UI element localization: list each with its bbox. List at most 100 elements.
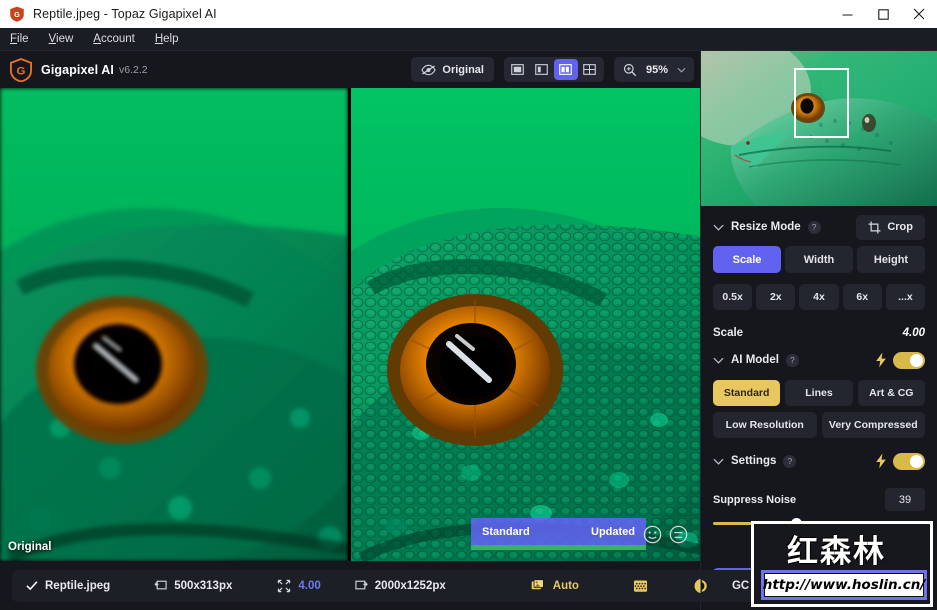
maximize-button[interactable] xyxy=(865,0,901,28)
watermark-overlay: 红森林 http://www.hoslin.cn/ xyxy=(751,521,933,607)
scale-factor-6x[interactable]: 6x xyxy=(842,284,882,310)
single-pane-icon xyxy=(511,64,525,75)
comparison-status-bar: Standard Updated xyxy=(471,518,646,545)
menu-file-accel: F xyxy=(10,33,18,45)
menu-account-accel: A xyxy=(93,33,101,45)
scale-factor-custom[interactable]: ...x xyxy=(885,284,926,310)
original-badge: Original xyxy=(8,541,52,553)
status-chip: Reptile.jpeg 500x313px 4.00 2000x1252px … xyxy=(12,569,823,602)
ai-model-lines[interactable]: Lines xyxy=(785,380,853,406)
resize-mode-header[interactable]: Resize Mode ? Crop xyxy=(713,210,925,244)
menu-account-rest: ccount xyxy=(100,33,135,45)
window-title: Reptile.jpeg - Topaz Gigapixel AI xyxy=(33,7,217,21)
face-recovery-icon xyxy=(694,578,707,593)
crop-button[interactable]: Crop xyxy=(856,214,925,240)
ai-model-very-compressed[interactable]: Very Compressed xyxy=(821,412,925,438)
menu-help-accel: H xyxy=(154,33,164,45)
original-image xyxy=(0,88,348,561)
suppress-noise-value[interactable]: 39 xyxy=(885,488,925,511)
ai-model-standard[interactable]: Standard xyxy=(713,380,781,406)
zoom-control[interactable]: 95% xyxy=(613,57,694,82)
view-mode-split[interactable] xyxy=(530,59,554,80)
settings-header[interactable]: Settings ? xyxy=(713,444,925,478)
pane-divider[interactable] xyxy=(348,88,351,561)
watermark-text: 红森林 xyxy=(787,534,886,570)
status-input-size-value: 500x313px xyxy=(174,579,233,592)
scale-value-label: Scale xyxy=(713,327,744,339)
minimize-icon xyxy=(842,14,852,15)
status-filename: Reptile.jpeg xyxy=(45,579,111,592)
ai-model-low-resolution[interactable]: Low Resolution xyxy=(713,412,817,438)
original-toggle-button[interactable]: Original xyxy=(411,57,494,82)
app-toolbar: G Gigapixel AI v6.2.2 Original 95% xyxy=(0,51,700,88)
lightning-bolt-icon xyxy=(876,352,886,368)
ai-model-buttons: Standard Lines Art & CG Low Resolution V… xyxy=(713,380,925,438)
input-size-icon xyxy=(154,580,167,590)
watermark-url: http://www.hoslin.cn/ xyxy=(763,573,925,597)
suppress-noise-head: Suppress Noise 39 xyxy=(713,488,925,511)
suppress-noise-block: Suppress Noise 39 xyxy=(713,488,925,529)
ai-model-actions xyxy=(875,351,925,369)
status-scale-value: 4.00 xyxy=(298,579,321,592)
ai-model-art-cg[interactable]: Art & CG xyxy=(857,380,925,406)
ai-model-toggle[interactable] xyxy=(893,351,925,369)
dual-pane-icon xyxy=(559,64,573,75)
status-face-recovery-button[interactable] xyxy=(692,578,710,594)
menu-help-rest: elp xyxy=(163,33,179,45)
navigator-thumbnail[interactable] xyxy=(701,51,937,206)
image-preview-canvas[interactable]: Original Standard Updated xyxy=(0,88,700,561)
preview-pane-upscaled[interactable] xyxy=(351,88,700,561)
minimize-button[interactable] xyxy=(829,0,865,28)
resize-tab-height[interactable]: Height xyxy=(857,246,925,273)
menu-account[interactable]: Account xyxy=(83,28,145,50)
brand-name: Gigapixel AI xyxy=(41,62,114,77)
scale-factor-4x[interactable]: 4x xyxy=(799,284,839,310)
auto-image-icon xyxy=(531,579,544,590)
menu-view-rest: iew xyxy=(56,33,74,45)
scale-value-number[interactable]: 4.00 xyxy=(903,327,925,339)
ai-model-help-icon[interactable]: ? xyxy=(785,353,799,367)
resize-mode-help-icon[interactable]: ? xyxy=(807,220,821,234)
scale-factor-0_5x[interactable]: 0.5x xyxy=(713,284,753,310)
maximize-icon xyxy=(877,8,889,20)
scale-factor-buttons: 0.5x 2x 4x 6x ...x xyxy=(713,284,926,310)
status-scale: 4.00 xyxy=(277,579,321,593)
scale-arrows-icon xyxy=(278,579,291,592)
settings-help-icon[interactable]: ? xyxy=(783,454,797,468)
ai-model-row-1: Standard Lines Art & CG xyxy=(713,380,925,406)
view-mode-side-by-side[interactable] xyxy=(553,59,578,80)
view-mode-grid[interactable] xyxy=(578,59,602,80)
suppress-noise-label: Suppress Noise xyxy=(713,493,797,506)
status-file[interactable]: Reptile.jpeg xyxy=(26,580,110,592)
menu-help[interactable]: Help xyxy=(145,28,189,50)
close-button[interactable] xyxy=(901,0,937,28)
resize-tab-scale[interactable]: Scale xyxy=(713,246,781,273)
upscaled-image xyxy=(351,88,700,561)
resize-tab-width[interactable]: Width xyxy=(785,246,853,273)
grid-pane-icon xyxy=(583,64,597,75)
preview-pane-original[interactable]: Original xyxy=(0,88,348,561)
film-grain-icon xyxy=(633,579,647,592)
comparison-model-label: Standard xyxy=(482,525,530,538)
menu-file[interactable]: File xyxy=(0,28,39,50)
menu-file-rest: ile xyxy=(17,33,29,45)
chevron-down-icon xyxy=(713,224,724,231)
view-mode-single[interactable] xyxy=(506,59,530,80)
status-auto[interactable]: Auto xyxy=(531,579,579,592)
menu-view[interactable]: View xyxy=(39,28,84,50)
scale-factor-2x[interactable]: 2x xyxy=(756,284,796,310)
viewport-rect[interactable] xyxy=(794,68,849,138)
happy-face-icon[interactable] xyxy=(643,525,662,544)
view-mode-segmented-control xyxy=(503,57,604,82)
output-size-icon xyxy=(355,580,368,590)
title-bar: G Reptile.jpeg - Topaz Gigapixel AI xyxy=(0,0,937,28)
bottom-status-bar: Reptile.jpeg 500x313px 4.00 2000x1252px … xyxy=(0,561,823,610)
resize-mode-tabs: Scale Width Height xyxy=(713,246,925,273)
neutral-face-icon[interactable] xyxy=(669,525,688,544)
menu-view-accel: V xyxy=(48,33,57,45)
ai-model-header[interactable]: AI Model ? xyxy=(713,343,925,377)
settings-toggle[interactable] xyxy=(893,452,925,470)
ai-model-title: AI Model xyxy=(731,354,779,366)
comparison-progress-underline xyxy=(471,545,646,550)
status-grain-button[interactable] xyxy=(633,579,648,593)
